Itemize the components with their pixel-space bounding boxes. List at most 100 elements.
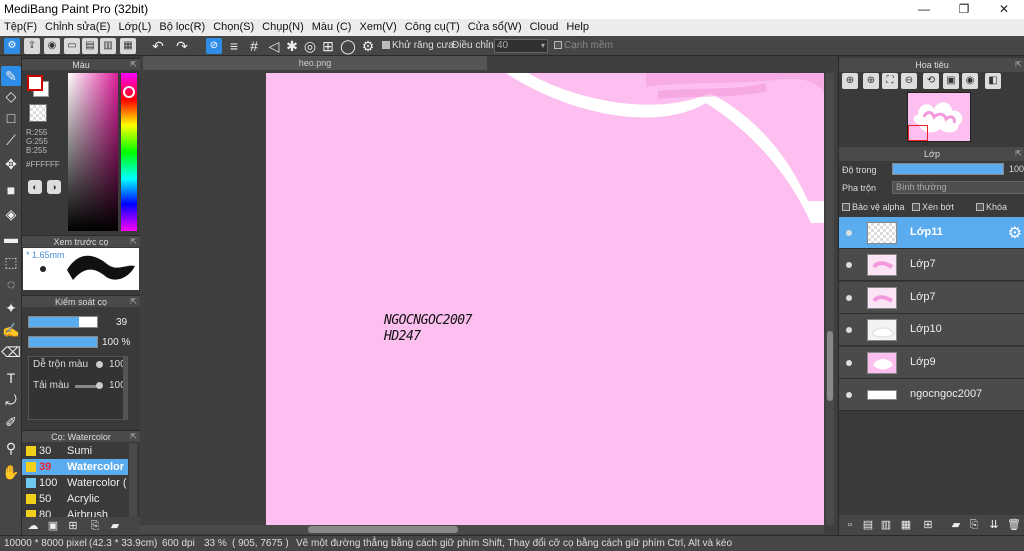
menu-snap[interactable]: Chụp(N) [258,19,308,36]
snap-off-icon[interactable]: ⊘ [206,38,222,54]
adjust-input[interactable]: 40 ▾ [494,39,548,53]
add-8bit-layer-icon[interactable]: ▦ [899,518,913,532]
layer-opacity-slider[interactable] [892,163,1004,175]
protect-alpha-option[interactable]: Bảo vệ alpha [842,202,905,212]
menu-select[interactable]: Chọn(S) [209,19,258,36]
brush-size-slider[interactable] [28,316,98,328]
navigator-viewport-rect[interactable] [908,125,928,141]
layer-visibility-icon[interactable] [846,262,852,268]
zoom-in-icon[interactable]: ⊕ [842,73,858,89]
canvas-horizontal-scrollbar[interactable] [140,525,824,534]
menu-edit[interactable]: Chỉnh sửa(E) [41,19,114,36]
new-color-layer-icon[interactable]: ▥ [879,518,893,532]
antialias-checkbox[interactable] [382,41,390,49]
eraser-tool-icon[interactable]: ◇ [1,86,21,106]
brush-item[interactable]: 50 Acrylic [22,491,128,507]
lock-checkbox[interactable] [976,203,984,211]
menu-view[interactable]: Xem(V) [355,19,400,36]
layer-row[interactable]: Lớp7 [839,249,1024,281]
drawing-canvas[interactable]: NGOCNGOC2007 HD247 [266,73,824,525]
layer-settings-gear-icon[interactable]: ⚙ [1008,223,1022,243]
canvas-vertical-scrollbar[interactable] [826,73,834,525]
grid-settings-icon[interactable]: ▦ [120,38,136,54]
radial-snap-icon[interactable]: ✱ [284,38,300,54]
brush-list-scrollbar[interactable] [129,443,137,517]
zoom-in-step-icon[interactable]: ⊕ [863,73,879,89]
layer-row[interactable]: ngocngoc2007 [839,379,1024,411]
vertical-scroll-thumb[interactable] [827,331,833,401]
menu-filter[interactable]: Bộ lọc(R) [155,19,209,36]
layer-folder-icon[interactable]: ▰ [949,518,963,532]
upload-icon[interactable]: ⇪ [24,38,40,54]
protect-alpha-checkbox[interactable] [842,203,850,211]
add-brush-icon[interactable]: ▣ [46,519,60,533]
brush-item[interactable]: 30 Sumi [22,443,128,459]
speech-bubble-icon[interactable]: ◉ [44,38,60,54]
fit-window-icon[interactable]: ▣ [943,73,959,89]
layer-row[interactable]: Lớp9 [839,347,1024,379]
cloud-settings-icon[interactable]: ⚙ [4,38,20,54]
menu-color[interactable]: Màu (C) [308,19,356,36]
minimize-button[interactable]: — [904,0,944,19]
select-pen-tool-icon[interactable]: ✍ [1,320,21,340]
transparent-color-swatch[interactable] [29,104,47,122]
layer-visibility-icon[interactable] [846,392,852,398]
rotate-icon[interactable]: ⟲ [923,73,939,89]
menu-window[interactable]: Cửa sổ(W) [464,19,526,36]
line-tool-icon[interactable]: ⟋ [1,130,21,150]
duplicate-layer-icon[interactable]: ⎘ [967,518,981,532]
hue-handle[interactable] [123,86,135,98]
gradient-tool-icon[interactable]: ▬ [1,228,21,248]
text-tool-icon[interactable]: T [1,368,21,388]
fit-screen-icon[interactable]: ⛶ [882,73,898,89]
maximize-button[interactable]: ❐ [944,0,984,19]
lasso-tool-icon[interactable]: ◌ [1,274,21,294]
smooth-edge-checkbox[interactable] [554,41,562,49]
folder-icon[interactable]: ▰ [108,519,122,533]
reset-view-icon[interactable]: ◉ [962,73,978,89]
menu-help[interactable]: Help [562,19,593,36]
new-halftone-layer-icon[interactable]: ▤ [861,518,875,532]
curve-snap-icon[interactable]: ⊞ [320,38,336,54]
menu-file[interactable]: Tệp(F) [0,19,41,36]
magic-wand-tool-icon[interactable]: ✦ [1,298,21,318]
brush-item[interactable]: 100 Watercolor ( [22,475,128,491]
clipping-checkbox[interactable] [912,203,920,211]
duplicate-brush-icon[interactable]: ⎘ [88,519,102,533]
flip-horizontal-icon[interactable]: ◧ [985,73,1001,89]
smooth-edge-option[interactable]: Cạnh mềm [554,40,613,51]
layer-row[interactable]: Lớp7 [839,282,1024,314]
menu-tools[interactable]: Công cụ(T) [401,19,464,36]
color-wheel-icon[interactable]: ◑ [47,180,61,194]
brush-tool-icon[interactable]: ✎ [1,66,21,86]
brush-item[interactable]: 80 Airbrush [22,507,128,517]
select-eraser-tool-icon[interactable]: ⌫ [1,342,21,362]
new-layer-icon[interactable]: ▫ [843,518,857,532]
cloud-brush-icon[interactable]: ☁ [26,519,40,533]
comment-icon[interactable]: ▭ [64,38,80,54]
close-button[interactable]: ✕ [984,0,1024,19]
delete-layer-icon[interactable]: 🗑 [1007,518,1021,532]
lock-option[interactable]: Khóa [976,202,1007,212]
select-tool-icon[interactable]: ⬚ [1,252,21,272]
eyedropper-tool-icon[interactable]: ⚲ [1,438,21,458]
ellipse-snap-icon[interactable]: ◯ [340,38,356,54]
add-brush-menu-icon[interactable]: ⊞ [66,519,80,533]
layer-row-selected[interactable]: Lớp11 ⚙ [839,217,1024,249]
navigator-thumbnail[interactable] [907,92,971,142]
saturation-value-picker[interactable] [68,73,118,231]
brush-item-selected[interactable]: 39 Watercolor [22,459,128,475]
menu-cloud[interactable]: Cloud [526,19,563,36]
add-layer-menu-icon[interactable]: ⊞ [921,518,935,532]
snap-settings-icon[interactable]: ⚙ [360,38,376,54]
layer-blend-select[interactable]: Bình thường [892,181,1024,194]
fill-shape-tool-icon[interactable]: ■ [1,180,21,200]
layer-visibility-icon[interactable] [846,327,852,333]
foreground-color-swatch[interactable] [27,75,43,91]
redo-icon[interactable]: ↷ [174,38,190,54]
horizontal-scroll-thumb[interactable] [308,526,458,533]
layer-visibility-icon[interactable] [846,230,852,236]
antialias-option[interactable]: Khử răng cưa [382,40,454,51]
rectangle-tool-icon[interactable]: □ [1,108,21,128]
bucket-tool-icon[interactable]: ◈ [1,204,21,224]
